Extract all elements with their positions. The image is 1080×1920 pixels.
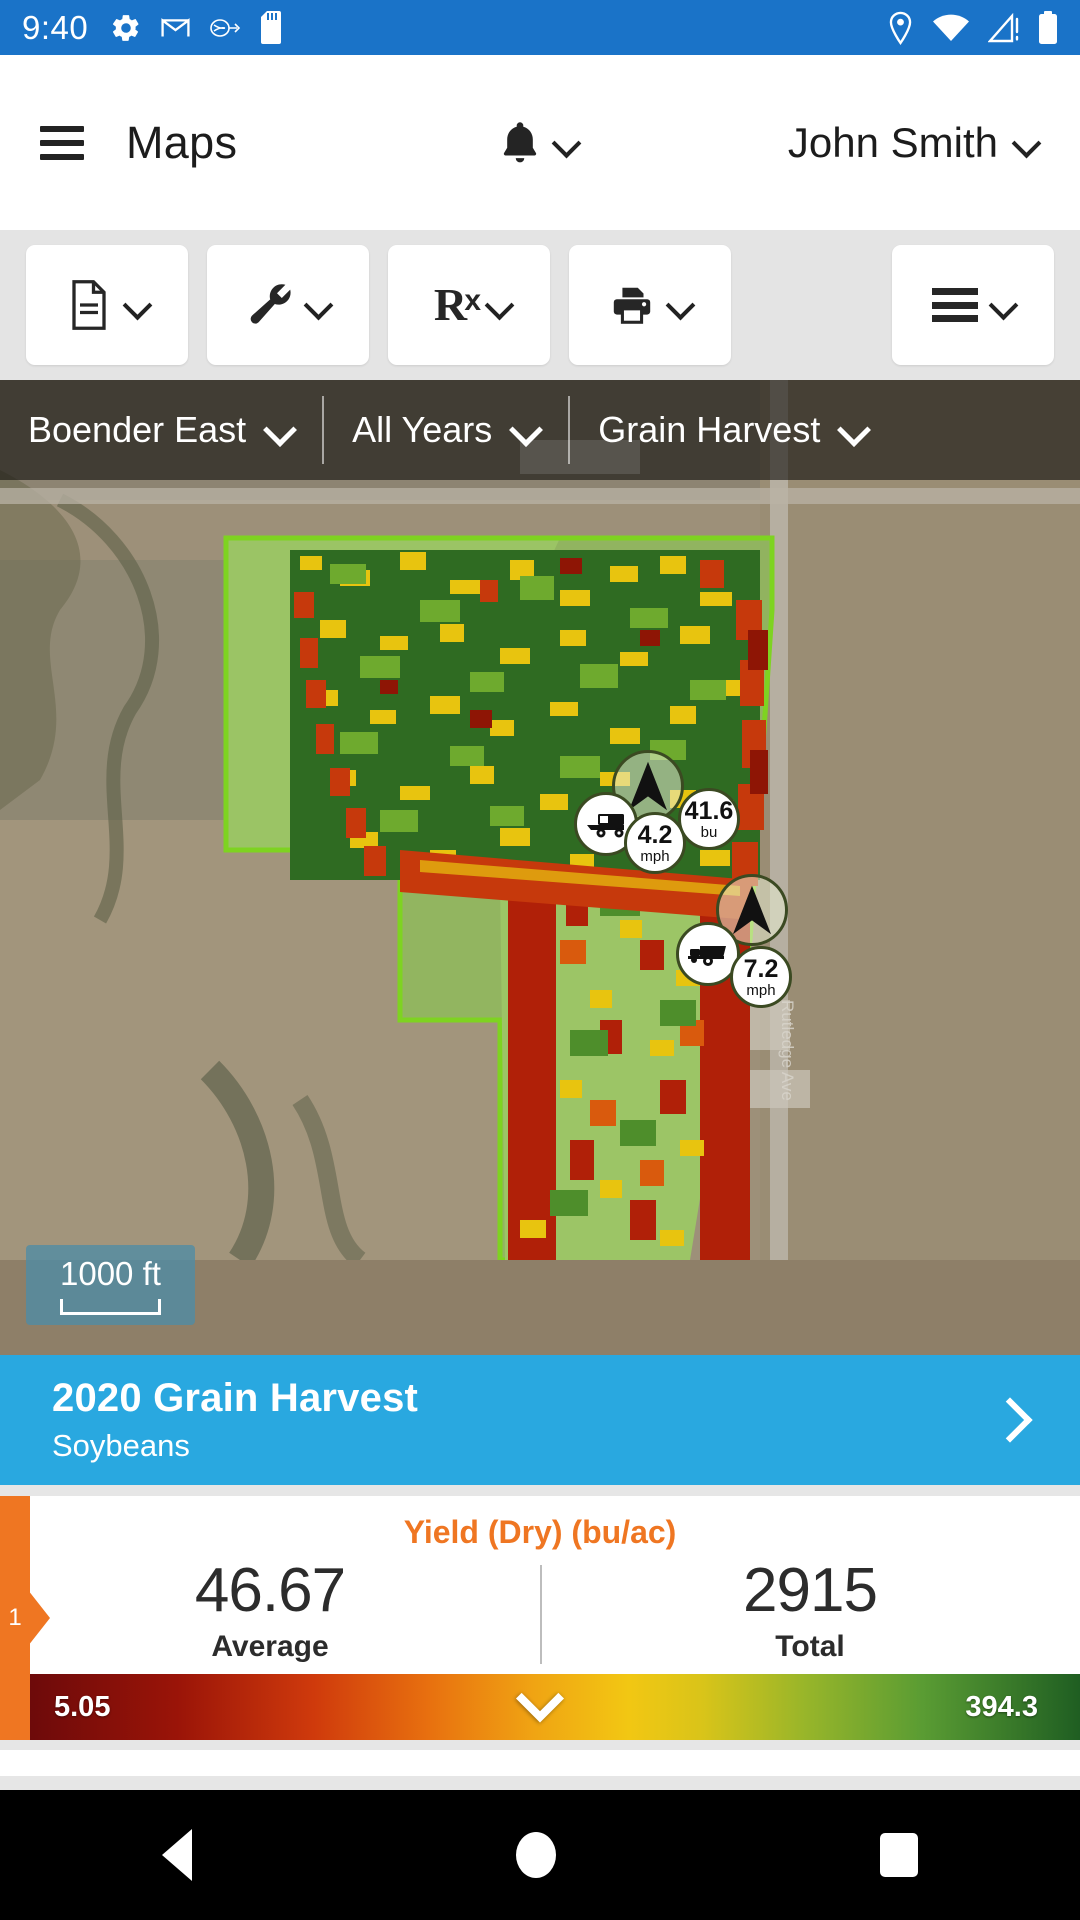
operation-filter[interactable]: Grain Harvest xyxy=(568,396,896,464)
chevron-down-icon[interactable] xyxy=(840,416,868,444)
chevron-down-icon[interactable] xyxy=(125,292,151,318)
svg-text:Rutledge Ave: Rutledge Ave xyxy=(778,1000,797,1101)
field-filter-label: Boender East xyxy=(28,409,247,450)
rx-subscript: x xyxy=(464,284,482,317)
status-bar-system-icons xyxy=(887,10,1058,45)
map-view[interactable]: Rutledge Ave Boender East All Years Grai… xyxy=(0,380,1080,1355)
gmail-icon xyxy=(161,18,190,37)
user-menu[interactable]: John Smith xyxy=(788,119,1040,167)
home-circle-icon[interactable] xyxy=(516,1832,556,1878)
speed-marker[interactable]: 7.2 mph xyxy=(730,946,792,1008)
settings-gear-icon xyxy=(113,14,139,41)
cell-signal-alert-icon xyxy=(988,12,1019,42)
list-lines-icon xyxy=(930,277,980,333)
prescription-button[interactable]: R x xyxy=(388,245,550,365)
stat-average: 46.67 Average xyxy=(0,1555,540,1664)
operation-banner-text: 2020 Grain Harvest Soybeans xyxy=(52,1376,418,1464)
more-menu-button[interactable] xyxy=(892,245,1054,365)
total-value: 2915 xyxy=(743,1556,878,1625)
document-icon xyxy=(64,277,114,333)
status-bar-notification-icons xyxy=(110,11,285,44)
speed-unit: mph xyxy=(746,981,776,999)
speed-marker[interactable]: 4.2 mph xyxy=(624,812,686,874)
map-filter-bar: Boender East All Years Grain Harvest xyxy=(0,380,1080,480)
map-scale-rule xyxy=(60,1299,161,1315)
chevron-down-icon[interactable] xyxy=(554,130,580,156)
report-button[interactable] xyxy=(26,245,188,365)
stats-card: 1 Yield (Dry) (bu/ac) 46.67 Average 2915… xyxy=(0,1496,1080,1740)
print-button[interactable] xyxy=(569,245,731,365)
color-legend[interactable]: 5.05 394.3 xyxy=(0,1674,1080,1740)
operation-banner[interactable]: 2020 Grain Harvest Soybeans xyxy=(0,1355,1080,1485)
yield-unit: bu xyxy=(700,823,718,841)
chevron-down-icon[interactable] xyxy=(668,292,694,318)
wifi-icon xyxy=(933,14,969,41)
year-filter[interactable]: All Years xyxy=(322,396,568,464)
operation-crop: Soybeans xyxy=(52,1428,190,1463)
stats-panel: 1 Yield (Dry) (bu/ac) 46.67 Average 2915… xyxy=(0,1485,1080,1740)
yield-marker[interactable]: 41.6 bu xyxy=(678,788,740,850)
chevron-down-icon[interactable] xyxy=(991,292,1017,318)
operation-title: 2020 Grain Harvest xyxy=(52,1376,419,1420)
satellite-yield-map: Rutledge Ave xyxy=(0,380,1080,1260)
location-pin-icon xyxy=(889,11,912,45)
year-filter-label: All Years xyxy=(352,409,493,450)
tools-button[interactable] xyxy=(207,245,369,365)
chevron-down-icon[interactable] xyxy=(487,292,513,318)
wrench-icon xyxy=(245,277,295,333)
chevron-down-icon[interactable] xyxy=(1014,130,1040,156)
chevron-down-icon[interactable] xyxy=(523,1690,557,1724)
stats-divider xyxy=(540,1565,542,1664)
battery-full-icon xyxy=(1039,10,1057,44)
back-triangle-icon[interactable] xyxy=(162,1829,192,1881)
speed-value: 4.2 xyxy=(637,820,673,849)
average-label: Average xyxy=(211,1630,329,1663)
average-value: 46.67 xyxy=(194,1556,346,1625)
usb-debug-icon xyxy=(210,18,241,37)
chevron-down-icon[interactable] xyxy=(306,292,332,318)
rx-icon: R x xyxy=(426,277,481,333)
phone-screen: 9:40 Maps John Smith R x Rutledge Ave Bo… xyxy=(0,0,1080,1920)
speed-value: 7.2 xyxy=(743,954,779,983)
field-filter[interactable]: Boender East xyxy=(0,396,322,464)
bottom-strip xyxy=(0,1740,1080,1790)
printer-icon xyxy=(607,277,657,333)
map-scale-label: 1000 ft xyxy=(60,1255,161,1292)
chevron-down-icon[interactable] xyxy=(512,416,540,444)
status-bar-clock: 9:40 xyxy=(22,8,89,46)
page-title: Maps xyxy=(126,116,238,168)
rx-glyph: R xyxy=(433,279,468,330)
stats-values-row: 46.67 Average 2915 Total xyxy=(0,1551,1080,1674)
navigation-arrow-icon xyxy=(732,885,772,935)
layer-index-tab[interactable]: 1 xyxy=(0,1496,30,1740)
sd-card-icon xyxy=(261,11,282,44)
action-toolbar: R x xyxy=(0,230,1080,380)
stats-metric-title: Yield (Dry) (bu/ac) xyxy=(403,1514,677,1550)
hamburger-menu-icon[interactable] xyxy=(40,125,84,160)
legend-max-label: 394.3 xyxy=(965,1690,1038,1723)
combine-harvester-icon xyxy=(587,814,624,838)
notification-menu[interactable] xyxy=(500,120,580,166)
navigation-arrow-icon xyxy=(628,761,668,811)
user-name-label: John Smith xyxy=(787,118,998,166)
grain-cart-icon xyxy=(688,946,726,966)
recents-square-icon[interactable] xyxy=(880,1833,918,1877)
yield-value: 41.6 xyxy=(684,796,734,825)
speed-unit: mph xyxy=(640,847,670,865)
bell-icon[interactable] xyxy=(500,120,540,166)
status-bar: 9:40 xyxy=(0,0,1080,55)
bottom-strip-sheet xyxy=(0,1750,1080,1776)
map-scale-bar: 1000 ft xyxy=(26,1245,195,1325)
chevron-down-icon[interactable] xyxy=(266,416,294,444)
stat-total: 2915 Total xyxy=(540,1555,1080,1664)
app-bar: Maps John Smith xyxy=(0,55,1080,230)
android-nav-bar xyxy=(0,1790,1080,1920)
operation-filter-label: Grain Harvest xyxy=(598,409,821,450)
total-label: Total xyxy=(775,1630,845,1663)
layer-index-label: 1 xyxy=(8,1604,22,1631)
chevron-right-icon[interactable] xyxy=(992,1402,1028,1438)
legend-min-label: 5.05 xyxy=(54,1690,111,1723)
